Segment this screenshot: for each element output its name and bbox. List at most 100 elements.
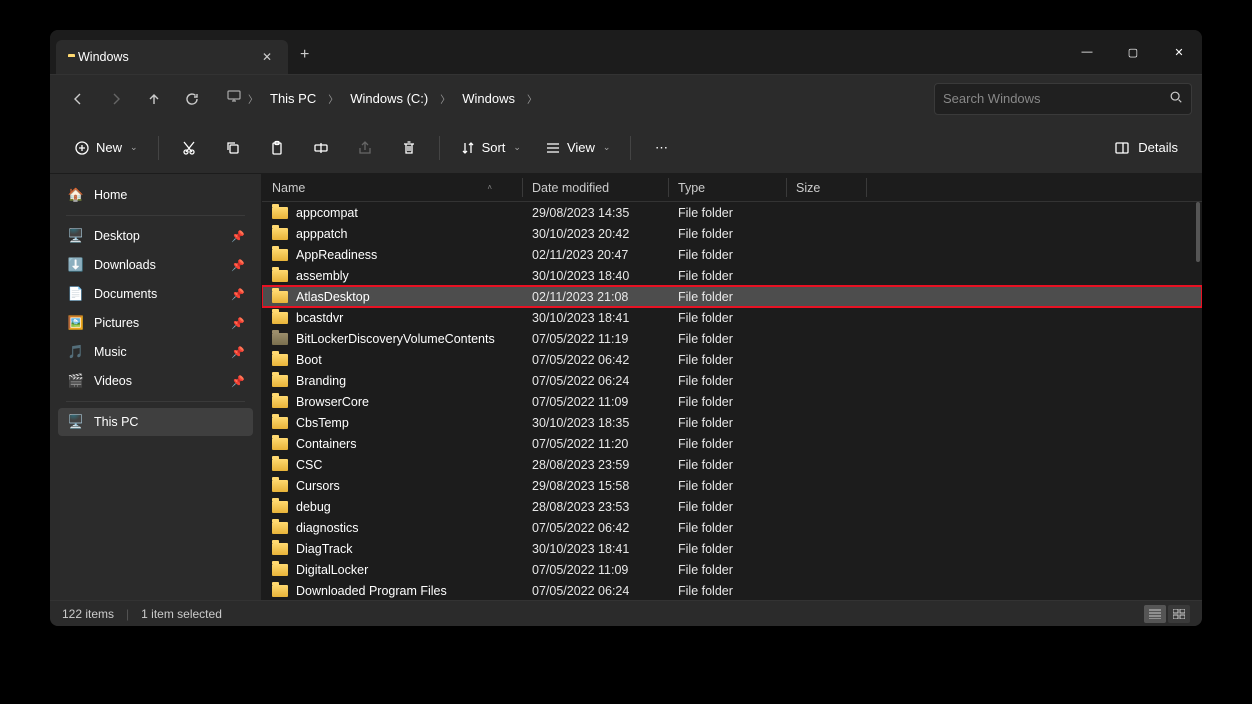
file-type: File folder [668,395,786,409]
delete-button[interactable] [389,131,429,165]
copy-button[interactable] [213,131,253,165]
search-icon[interactable] [1169,90,1183,107]
table-row[interactable]: CbsTemp30/10/2023 18:35File folder [262,412,1202,433]
col-resize[interactable] [668,178,669,197]
back-button[interactable] [60,81,96,117]
sidebar-item-music[interactable]: 🎵Music📌 [58,338,253,366]
table-row[interactable]: AtlasDesktop02/11/2023 21:08File folder [262,286,1202,307]
file-list[interactable]: appcompat29/08/2023 14:35File folderappp… [262,202,1202,600]
folder-icon [272,375,288,387]
table-row[interactable]: Branding07/05/2022 06:24File folder [262,370,1202,391]
paste-button[interactable] [257,131,297,165]
close-window-button[interactable]: ✕ [1156,36,1202,68]
address-bar: 〉 This PC 〉 Windows (C:) 〉 Windows 〉 [50,74,1202,122]
file-name: BrowserCore [296,395,369,409]
table-row[interactable]: DiagTrack30/10/2023 18:41File folder [262,538,1202,559]
search-input[interactable] [943,91,1169,106]
breadcrumb[interactable]: 〉 This PC 〉 Windows (C:) 〉 Windows 〉 [218,87,926,110]
folder-icon [272,312,288,324]
chevron-right-icon: 〉 [326,91,340,106]
cut-button[interactable] [169,131,209,165]
table-row[interactable]: Containers07/05/2022 11:20File folder [262,433,1202,454]
sidebar-item-desktop[interactable]: 🖥️Desktop📌 [58,222,253,250]
refresh-button[interactable] [174,81,210,117]
table-row[interactable]: apppatch30/10/2023 20:42File folder [262,223,1202,244]
col-size[interactable]: Size [786,181,866,195]
view-button[interactable]: View ⌄ [535,131,621,165]
folder-icon [272,543,288,555]
crumb-thispc[interactable]: This PC [264,87,322,110]
explorer-window: Windows ✕ + — ▢ ✕ 〉 This PC 〉 Windows (C… [50,30,1202,626]
file-date: 30/10/2023 18:41 [522,542,668,556]
sidebar-thispc[interactable]: 🖥️ This PC [58,408,253,436]
crumb-windows[interactable]: Windows [456,87,521,110]
item-count: 122 items [62,607,114,621]
forward-button[interactable] [98,81,134,117]
tab-windows[interactable]: Windows ✕ [56,40,288,74]
table-row[interactable]: diagnostics07/05/2022 06:42File folder [262,517,1202,538]
more-button[interactable]: ⋯ [641,131,681,165]
search-box[interactable] [934,83,1192,115]
new-tab-button[interactable]: + [288,38,321,72]
file-name: appcompat [296,206,358,220]
table-row[interactable]: debug28/08/2023 23:53File folder [262,496,1202,517]
rename-button[interactable] [301,131,341,165]
table-row[interactable]: BitLockerDiscoveryVolumeContents07/05/20… [262,328,1202,349]
window-controls: — ▢ ✕ [1064,36,1202,68]
close-tab-button[interactable]: ✕ [256,48,278,66]
file-name: debug [296,500,331,514]
file-type: File folder [668,584,786,598]
sidebar-item-videos[interactable]: 🎬Videos📌 [58,367,253,395]
chevron-right-icon: 〉 [438,91,452,106]
col-date[interactable]: Date modified [522,181,668,195]
maximize-button[interactable]: ▢ [1110,36,1156,68]
scrollbar-thumb[interactable] [1196,202,1200,262]
file-name: AtlasDesktop [296,290,370,304]
file-type: File folder [668,521,786,535]
file-type: File folder [668,227,786,241]
sidebar-item-downloads[interactable]: ⬇️Downloads📌 [58,251,253,279]
file-date: 02/11/2023 20:47 [522,248,668,262]
table-row[interactable]: AppReadiness02/11/2023 20:47File folder [262,244,1202,265]
file-date: 28/08/2023 23:53 [522,500,668,514]
thumbnails-view-button[interactable] [1168,605,1190,623]
sort-button[interactable]: Sort ⌄ [450,131,531,165]
minimize-button[interactable]: — [1064,36,1110,68]
sidebar-item-pictures[interactable]: 🖼️Pictures📌 [58,309,253,337]
sidebar-item-label: Desktop [94,229,140,243]
table-row[interactable]: Downloaded Program Files07/05/2022 06:24… [262,580,1202,600]
crumb-drive[interactable]: Windows (C:) [344,87,434,110]
pc-icon: 🖥️ [68,414,84,430]
sidebar-home[interactable]: 🏠 Home [58,181,253,209]
file-date: 07/05/2022 11:20 [522,437,668,451]
col-type[interactable]: Type [668,181,786,195]
table-row[interactable]: Boot07/05/2022 06:42File folder [262,349,1202,370]
table-row[interactable]: assembly30/10/2023 18:40File folder [262,265,1202,286]
table-row[interactable]: BrowserCore07/05/2022 11:09File folder [262,391,1202,412]
new-button[interactable]: New ⌄ [64,131,148,165]
sidebar-item-label: Documents [94,287,157,301]
sidebar-item-documents[interactable]: 📄Documents📌 [58,280,253,308]
file-type: File folder [668,269,786,283]
file-type: File folder [668,563,786,577]
share-button[interactable] [345,131,385,165]
details-pane-button[interactable]: Details [1104,140,1188,156]
table-row[interactable]: CSC28/08/2023 23:59File folder [262,454,1202,475]
folder-icon [272,501,288,513]
separator [630,136,631,160]
table-row[interactable]: Cursors29/08/2023 15:58File folder [262,475,1202,496]
col-resize[interactable] [786,178,787,197]
details-view-button[interactable] [1144,605,1166,623]
folder-icon [272,396,288,408]
col-name[interactable]: Name˄ [262,181,522,195]
up-button[interactable] [136,81,172,117]
table-row[interactable]: appcompat29/08/2023 14:35File folder [262,202,1202,223]
folder-icon [272,417,288,429]
sidebar-item-label: Music [94,345,127,359]
file-date: 28/08/2023 23:59 [522,458,668,472]
col-resize[interactable] [522,178,523,197]
table-row[interactable]: bcastdvr30/10/2023 18:41File folder [262,307,1202,328]
table-row[interactable]: DigitalLocker07/05/2022 11:09File folder [262,559,1202,580]
col-resize[interactable] [866,178,867,197]
pictures-icon: 🖼️ [68,315,84,331]
